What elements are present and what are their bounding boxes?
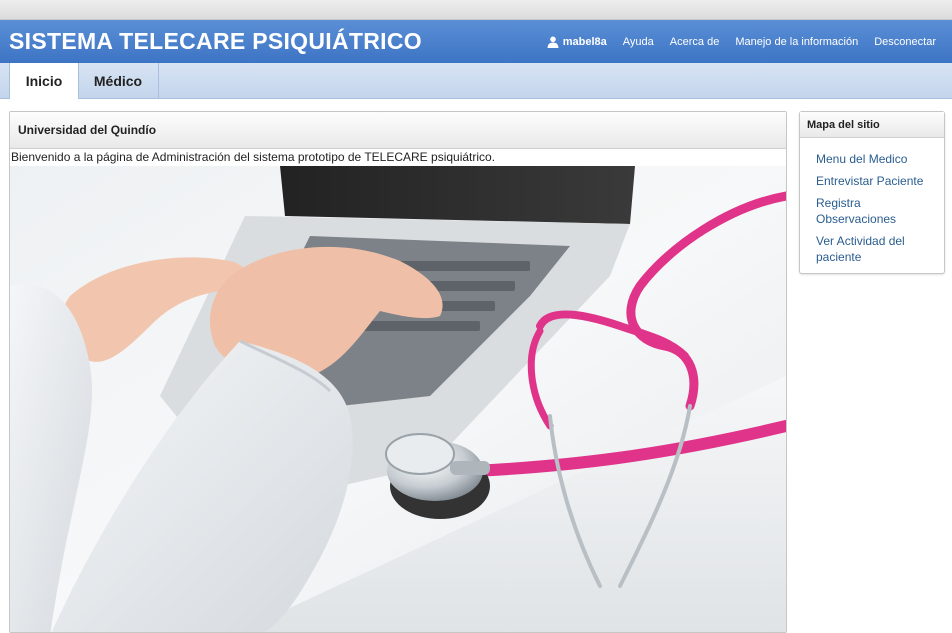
top-nav: mabel8a Ayuda Acerca de Manejo de la inf…: [547, 20, 936, 63]
user-icon: [547, 36, 559, 48]
nav-ayuda[interactable]: Ayuda: [623, 36, 654, 48]
nav-manejo-informacion[interactable]: Manejo de la información: [735, 36, 858, 48]
tab-bar: Inicio Médico: [0, 63, 952, 99]
sitemap-link-entrevistar-paciente[interactable]: Entrevistar Paciente: [816, 173, 936, 189]
panel-title: Universidad del Quindío: [10, 112, 786, 149]
nav-acerca-de[interactable]: Acerca de: [670, 36, 720, 48]
app-header: SISTEMA TELECARE PSIQUIÁTRICO mabel8a Ay…: [0, 20, 952, 63]
nav-desconectar[interactable]: Desconectar: [874, 36, 936, 48]
sitemap-link-menu-medico[interactable]: Menu del Medico: [816, 151, 936, 167]
app-title: SISTEMA TELECARE PSIQUIÁTRICO: [9, 28, 422, 54]
sitemap-link-ver-actividad[interactable]: Ver Actividad del paciente: [816, 233, 936, 265]
sitemap-list: Menu del Medico Entrevistar Paciente Reg…: [800, 138, 944, 265]
tab-medico[interactable]: Médico: [78, 63, 159, 98]
sitemap-link-registra-observaciones[interactable]: Registra Observaciones: [816, 195, 936, 227]
sitemap-panel: Mapa del sitio Menu del Medico Entrevist…: [799, 111, 945, 274]
username: mabel8a: [562, 35, 607, 48]
user-menu[interactable]: mabel8a: [547, 36, 607, 48]
sitemap-title: Mapa del sitio: [800, 112, 944, 138]
hero-image: [10, 166, 786, 632]
tab-inicio[interactable]: Inicio: [9, 63, 79, 99]
main-panel: Universidad del Quindío Bienvenido a la …: [9, 111, 787, 633]
browser-top-strip: [0, 0, 952, 20]
welcome-text: Bienvenido a la página de Administración…: [11, 150, 496, 164]
